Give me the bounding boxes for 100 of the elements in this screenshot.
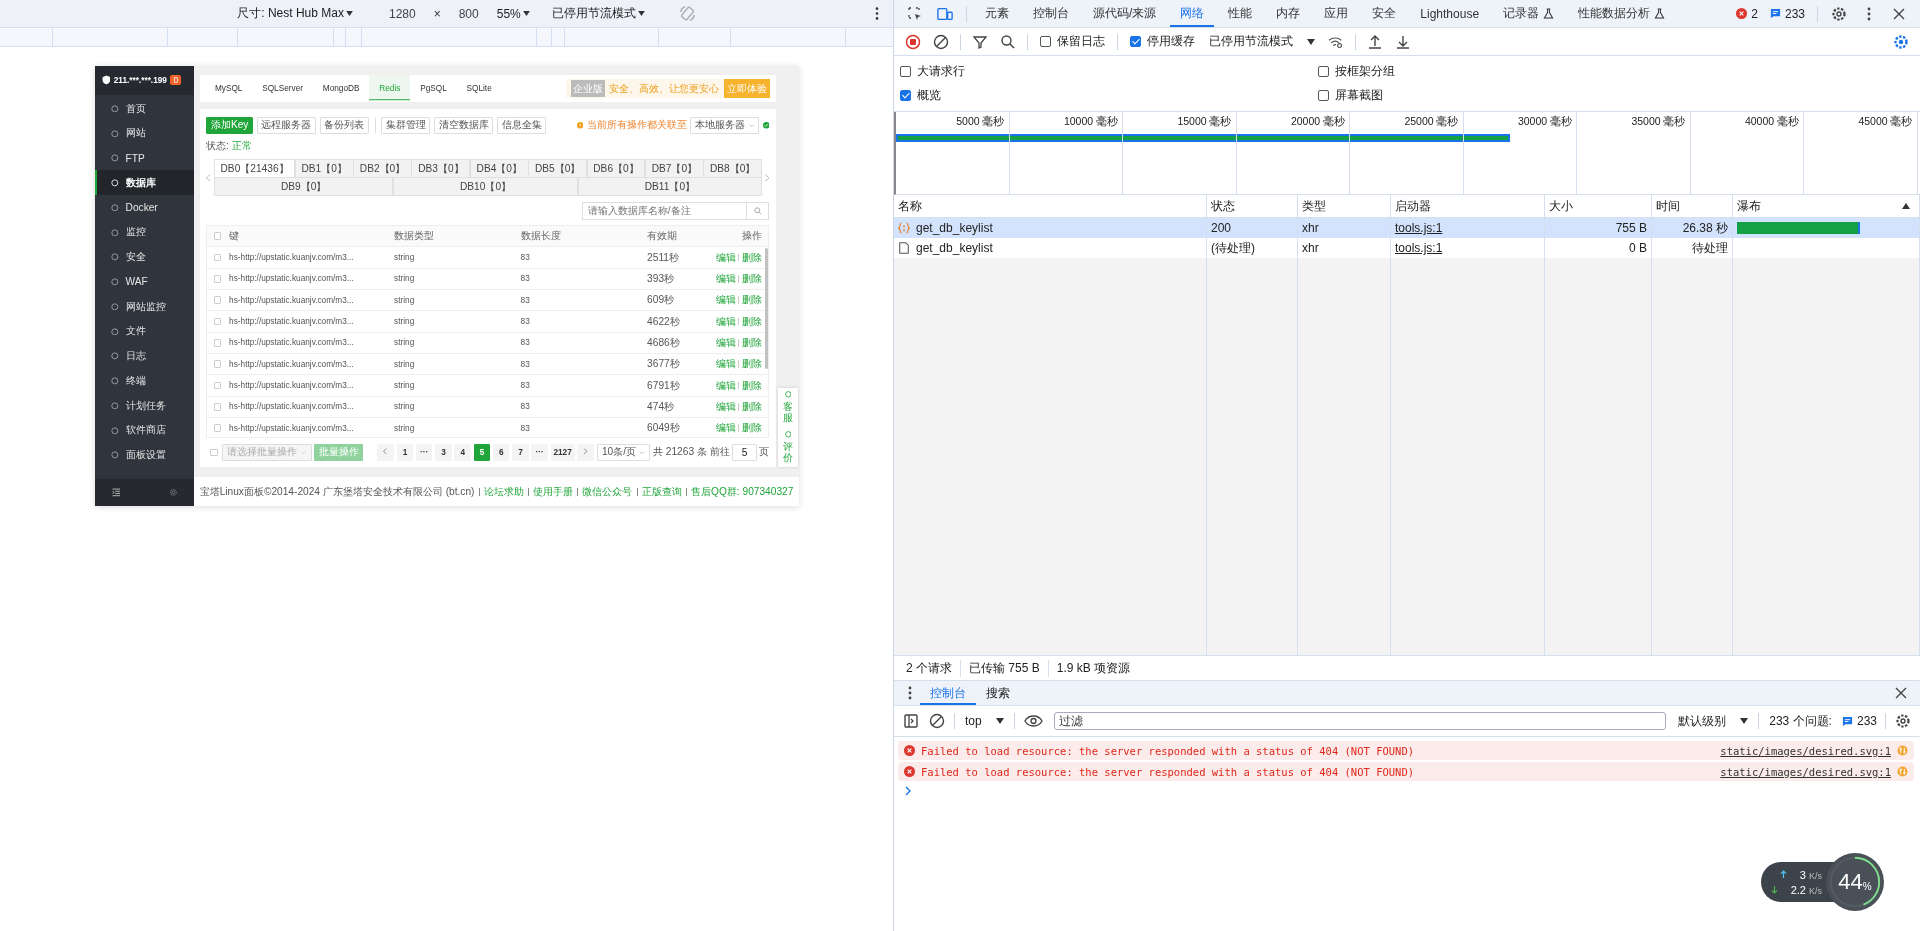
sidebar-item[interactable]: Docker	[95, 195, 194, 220]
page-input[interactable]: 5	[732, 443, 757, 462]
sidebar-item[interactable]: 软件商店	[95, 418, 194, 443]
context-dropdown[interactable]: top	[965, 714, 1004, 728]
sidebar-item[interactable]: WAF	[95, 269, 194, 295]
database-tab[interactable]: DB5【0】	[528, 159, 588, 178]
device-dropdown[interactable]: 尺寸: Nest Hub Max	[237, 5, 353, 22]
panel-tab[interactable]: 性能数据分析	[1568, 0, 1676, 27]
search-icon[interactable]	[1000, 33, 1016, 50]
height-value[interactable]: 800	[458, 6, 479, 21]
server-select[interactable]: 本地服务器	[689, 116, 760, 135]
sidebar-item[interactable]: 网站监控	[95, 294, 194, 319]
sidebar-item[interactable]: 首页	[95, 96, 194, 121]
column-header[interactable]: 大小	[1545, 195, 1652, 217]
sidebar-item[interactable]: 数据库	[95, 170, 194, 196]
settings-icon[interactable]	[1831, 5, 1847, 22]
sidebar-item[interactable]: 监控	[95, 220, 194, 245]
close-icon[interactable]	[1893, 685, 1909, 701]
initiator-link[interactable]: tools.js:1	[1395, 221, 1443, 235]
upload-icon[interactable]	[1367, 33, 1383, 50]
toolbar-button[interactable]: 远程服务器	[256, 116, 317, 135]
log-level-dropdown[interactable]: 默认级别	[1678, 712, 1749, 730]
sidebar-item[interactable]: 文件	[95, 319, 194, 344]
sidebar-item[interactable]: 网站	[95, 121, 194, 146]
filter-field[interactable]: 过滤	[1053, 712, 1667, 730]
zoom-dropdown[interactable]: 55%	[496, 6, 530, 21]
toolbar-button[interactable]: 清空数据库	[433, 116, 494, 135]
panel-tab[interactable]: 记录器	[1493, 0, 1565, 27]
filter-icon[interactable]	[972, 33, 988, 50]
sidebar-item[interactable]: FTP	[95, 145, 194, 171]
speed-unit: K/s	[1809, 870, 1822, 881]
throttling-dropdown[interactable]: 已停用节流模式	[551, 5, 645, 22]
sidebar-toggle-icon[interactable]	[903, 713, 919, 729]
checkbox[interactable]	[1130, 36, 1141, 47]
database-tab[interactable]: DB11【0】	[577, 177, 763, 196]
column-header[interactable]: 启动器	[1391, 195, 1545, 217]
column-header[interactable]: 时间	[1652, 195, 1733, 217]
database-tab[interactable]: DB1【0】	[294, 159, 354, 178]
panel-tab[interactable]: 源代码/来源	[1083, 0, 1167, 27]
database-tab[interactable]: DB4【0】	[469, 159, 529, 178]
source-link[interactable]: static/images/desired.svg:1	[1720, 744, 1891, 757]
toolbar-button[interactable]: 集群管理	[380, 116, 431, 135]
arrow-up-icon	[1779, 869, 1787, 879]
eye-icon[interactable]	[1023, 713, 1043, 729]
record-icon[interactable]	[905, 33, 921, 50]
panel-tab[interactable]: 应用	[1314, 0, 1359, 27]
braces-icon	[898, 222, 910, 234]
more-icon[interactable]	[875, 7, 879, 20]
message-count[interactable]: 233	[1769, 6, 1805, 21]
sidebar-item[interactable]: 日志	[95, 343, 194, 369]
panel-tab[interactable]: 控制台	[1023, 0, 1079, 27]
sidebar-item[interactable]: 终端	[95, 368, 194, 394]
settings-icon[interactable]	[1895, 713, 1911, 729]
panel-tab[interactable]: 性能	[1218, 0, 1263, 27]
toolbar-button[interactable]: 信息全集	[496, 116, 547, 135]
search-field[interactable]: 请输入数据库名称/备注	[582, 201, 748, 220]
column-header[interactable]: 状态	[1207, 195, 1298, 217]
panel-tab[interactable]: Lighthouse	[1410, 0, 1490, 27]
database-tab[interactable]: DB9【0】	[213, 177, 394, 196]
panel-tab[interactable]: 网络	[1170, 0, 1215, 27]
database-tab[interactable]: DB3【0】	[411, 159, 471, 178]
drawer-tab[interactable]: 控制台	[920, 681, 976, 705]
width-value[interactable]: 1280	[388, 6, 416, 21]
download-icon[interactable]	[1395, 33, 1411, 50]
database-tab[interactable]: DB10【0】	[392, 177, 579, 196]
database-tab[interactable]: DB7【0】	[644, 159, 704, 178]
database-tab[interactable]: DB6【0】	[586, 159, 646, 178]
checkbox[interactable]	[1040, 36, 1051, 47]
issues-count[interactable]: 233	[1841, 714, 1877, 728]
column-header[interactable]: 类型	[1298, 195, 1391, 217]
initiator-link[interactable]: tools.js:1	[1395, 241, 1443, 255]
source-link[interactable]: static/images/desired.svg:1	[1720, 765, 1891, 778]
tick-label: 15000 毫秒	[1123, 112, 1237, 130]
database-tab[interactable]: DB8【0】	[703, 159, 763, 178]
panel-tab[interactable]: 安全	[1362, 0, 1407, 27]
checkbox[interactable]	[900, 90, 911, 101]
panel-tab[interactable]: 元素	[975, 0, 1019, 27]
error-count[interactable]: 2	[1736, 6, 1758, 21]
page-size-select[interactable]: 10条/页	[596, 443, 651, 462]
scrollbar-thumb[interactable]	[765, 248, 769, 370]
clear-icon[interactable]	[929, 713, 945, 729]
checkbox[interactable]	[900, 66, 911, 77]
request-row[interactable]: get_db_keylist 200 xhr tools.js:1 755 B 26.38 秒	[894, 218, 1920, 238]
panel-tab[interactable]: 内存	[1266, 0, 1311, 27]
clear-icon[interactable]	[933, 33, 949, 50]
sidebar-item[interactable]: 安全	[95, 244, 194, 270]
settings-icon[interactable]	[1893, 33, 1909, 50]
sort-up-icon[interactable]	[1902, 203, 1910, 209]
sidebar-item[interactable]: 计划任务	[95, 393, 194, 418]
sidebar-item[interactable]: 面板设置	[95, 442, 194, 468]
column-header[interactable]: 名称	[894, 195, 1207, 217]
device-toggle-icon[interactable]	[937, 5, 953, 22]
checkbox[interactable]	[1318, 66, 1329, 77]
database-tab[interactable]: DB0【21436】	[213, 159, 296, 178]
database-tab[interactable]: DB2【0】	[353, 159, 412, 178]
drawer-tab[interactable]: 搜索	[976, 681, 1020, 705]
toolbar-button[interactable]: 备份列表	[319, 116, 370, 135]
checkbox[interactable]	[1318, 90, 1329, 101]
throttling-dropdown[interactable]: 已停用节流模式	[1209, 33, 1315, 50]
inspect-icon[interactable]	[907, 5, 923, 22]
